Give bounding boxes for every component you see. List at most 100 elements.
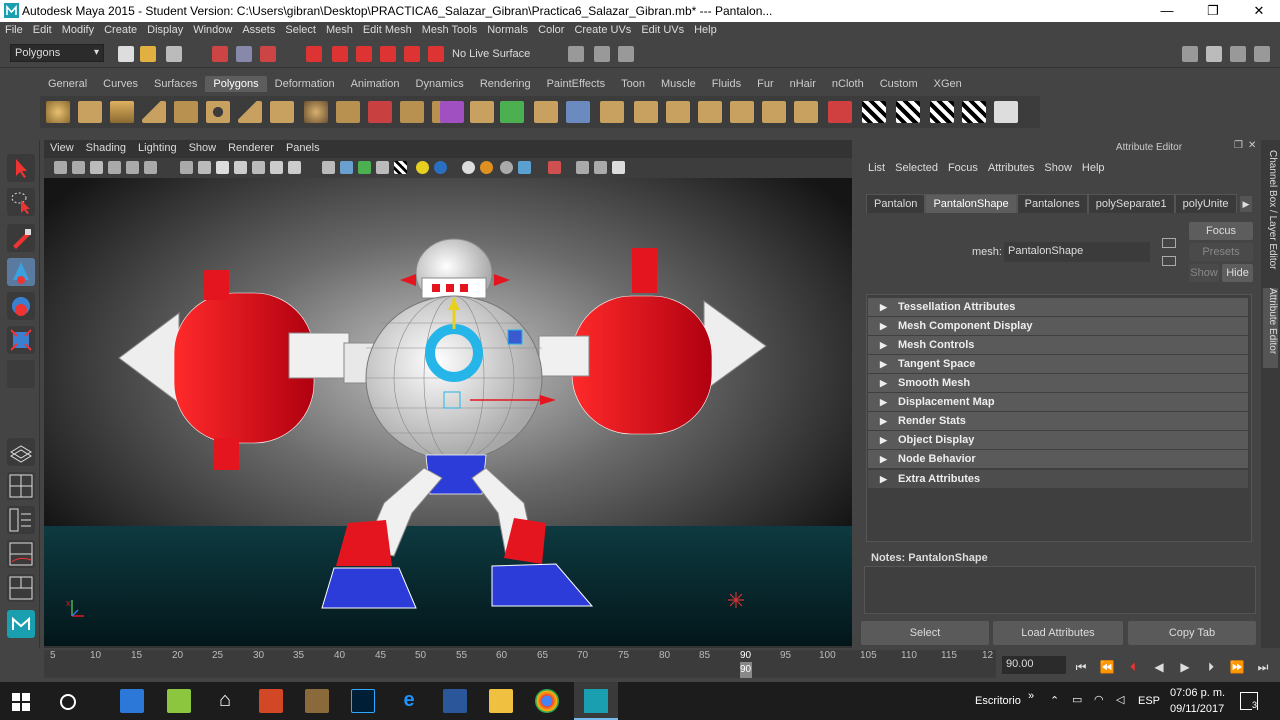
uv-checker-icon[interactable]: [862, 101, 886, 123]
uv-unfold-icon[interactable]: [930, 101, 954, 123]
hud-icon[interactable]: [288, 161, 301, 174]
wireframe-on-shaded-icon[interactable]: [340, 161, 353, 174]
shelf-tab-deformation[interactable]: Deformation: [267, 76, 343, 92]
windows-start-icon[interactable]: [12, 693, 30, 711]
new-scene-icon[interactable]: [118, 46, 134, 62]
ae-tab-pantalones[interactable]: Pantalones: [1016, 194, 1088, 213]
shelf-tab-fluids[interactable]: Fluids: [704, 76, 749, 92]
textured-icon[interactable]: [234, 161, 247, 174]
section-mesh-component-display[interactable]: ▶ Mesh Component Display: [868, 317, 1248, 335]
menu-create-uvs[interactable]: Create UVs: [569, 22, 636, 36]
shelf-tab-ncloth[interactable]: nCloth: [824, 76, 872, 92]
poly-plane-icon[interactable]: [174, 101, 198, 123]
bookmark-icon[interactable]: [90, 161, 103, 174]
snap-view-icon[interactable]: [380, 46, 396, 62]
bevel-icon[interactable]: [600, 101, 624, 123]
mesh-name-field[interactable]: PantalonShape: [1004, 242, 1150, 262]
ae-tab-pantalonshape[interactable]: PantalonShape: [925, 194, 1017, 213]
select-component-icon[interactable]: [260, 46, 276, 62]
backface-icon[interactable]: [376, 161, 389, 174]
isolate-icon[interactable]: [322, 161, 335, 174]
play-forward-icon[interactable]: ▶: [1176, 660, 1194, 674]
uv-editor-icon[interactable]: [994, 101, 1018, 123]
camera-icon[interactable]: [54, 161, 67, 174]
menu-edit-mesh[interactable]: Edit Mesh: [358, 22, 417, 36]
current-frame-field[interactable]: 90.00: [1002, 656, 1066, 674]
render-settings-icon[interactable]: [618, 46, 634, 62]
load-attributes-button[interactable]: Load Attributes: [993, 621, 1123, 645]
maya-home-icon[interactable]: [7, 610, 35, 638]
poly-torus-icon[interactable]: [206, 101, 230, 123]
step-back-frame-icon[interactable]: ⏴: [1124, 660, 1142, 674]
bridge-icon[interactable]: [470, 101, 494, 123]
menu-set-dropdown[interactable]: Polygons: [10, 44, 104, 62]
tab-scroll-right-icon[interactable]: ▶: [1240, 196, 1252, 212]
poly-soccer-icon[interactable]: [304, 101, 328, 123]
shelf-tab-toon[interactable]: Toon: [613, 76, 653, 92]
expand-toolbar-icon[interactable]: »: [1028, 690, 1034, 702]
ae-menu-attributes[interactable]: Attributes: [984, 162, 1040, 174]
single-pane-layout-icon[interactable]: [7, 438, 35, 466]
xray-icon[interactable]: [252, 161, 265, 174]
shelf-tab-general[interactable]: General: [40, 76, 95, 92]
grid-toggle-icon[interactable]: [126, 161, 139, 174]
section-smooth-mesh[interactable]: ▶ Smooth Mesh: [868, 374, 1248, 392]
notes-textarea[interactable]: [864, 566, 1256, 614]
menu-window[interactable]: Window: [188, 22, 237, 36]
combine-icon[interactable]: [336, 101, 360, 123]
scale-tool-icon[interactable]: [7, 326, 35, 354]
menu-display[interactable]: Display: [142, 22, 188, 36]
menu-file[interactable]: File: [0, 22, 28, 36]
viewport-menu-shading[interactable]: Shading: [80, 142, 132, 154]
shelf-tab-polygons[interactable]: Polygons: [205, 76, 267, 92]
lasso-tool-icon[interactable]: [7, 188, 35, 216]
hide-button[interactable]: Hide: [1222, 264, 1253, 282]
home-icon[interactable]: ⌂: [213, 689, 237, 713]
wedge-icon[interactable]: [634, 101, 658, 123]
ae-menu-help[interactable]: Help: [1078, 162, 1111, 174]
snap-curve-icon[interactable]: [332, 46, 348, 62]
exposure-icon[interactable]: [576, 161, 589, 174]
menu-modify[interactable]: Modify: [57, 22, 99, 36]
close-panel-icon[interactable]: ✕: [1248, 140, 1256, 151]
shelf-tab-xgen[interactable]: XGen: [926, 76, 970, 92]
ae-tab-polyseparate1[interactable]: polySeparate1: [1087, 194, 1175, 213]
restore-button[interactable]: ❐: [1190, 0, 1236, 22]
hypershade-layout-icon[interactable]: [7, 574, 35, 602]
ae-tab-pantalon[interactable]: Pantalon: [866, 194, 926, 213]
menu-mesh-tools[interactable]: Mesh Tools: [417, 22, 482, 36]
ae-menu-focus[interactable]: Focus: [944, 162, 984, 174]
paint-select-tool-icon[interactable]: [7, 224, 35, 252]
menu-assets[interactable]: Assets: [237, 22, 280, 36]
append-icon[interactable]: [534, 101, 558, 123]
gamma-icon[interactable]: [548, 161, 561, 174]
depth-of-field-icon[interactable]: [518, 161, 531, 174]
menu-help[interactable]: Help: [689, 22, 722, 36]
film-gate-icon[interactable]: [144, 161, 157, 174]
section-node-behavior[interactable]: ▶ Node Behavior: [868, 450, 1248, 468]
go-to-start-icon[interactable]: ⏮: [1072, 660, 1090, 674]
section-tangent-space[interactable]: ▶ Tangent Space: [868, 355, 1248, 373]
desktop-toolbar-label[interactable]: Escritorio: [975, 695, 1021, 707]
shelf-tab-curves[interactable]: Curves: [95, 76, 146, 92]
word-icon[interactable]: [443, 689, 467, 713]
extrude-icon[interactable]: [500, 101, 524, 123]
step-back-key-icon[interactable]: ⏪: [1098, 660, 1116, 674]
shelf-tab-custom[interactable]: Custom: [872, 76, 926, 92]
minimize-button[interactable]: —: [1144, 0, 1190, 22]
step-forward-key-icon[interactable]: ⏩: [1228, 660, 1246, 674]
viewport-menu-lighting[interactable]: Lighting: [132, 142, 183, 154]
menu-color[interactable]: Color: [533, 22, 569, 36]
section-extra-attributes[interactable]: ▶ Extra Attributes: [868, 470, 1248, 488]
ae-menu-show[interactable]: Show: [1040, 162, 1078, 174]
magnet-icon[interactable]: [428, 46, 444, 62]
clock-time[interactable]: 07:06 p. m.: [1170, 687, 1225, 699]
tray-arrow-icon[interactable]: ⌃: [1050, 694, 1059, 707]
copy-tab-button[interactable]: Copy Tab: [1128, 621, 1256, 645]
use-lights-icon[interactable]: [416, 161, 429, 174]
menu-mesh[interactable]: Mesh: [321, 22, 358, 36]
graph-layout-icon[interactable]: [7, 540, 35, 568]
rotate-tool-icon[interactable]: [7, 292, 35, 320]
powerpoint-icon[interactable]: [259, 689, 283, 713]
color-management-icon[interactable]: [594, 161, 607, 174]
